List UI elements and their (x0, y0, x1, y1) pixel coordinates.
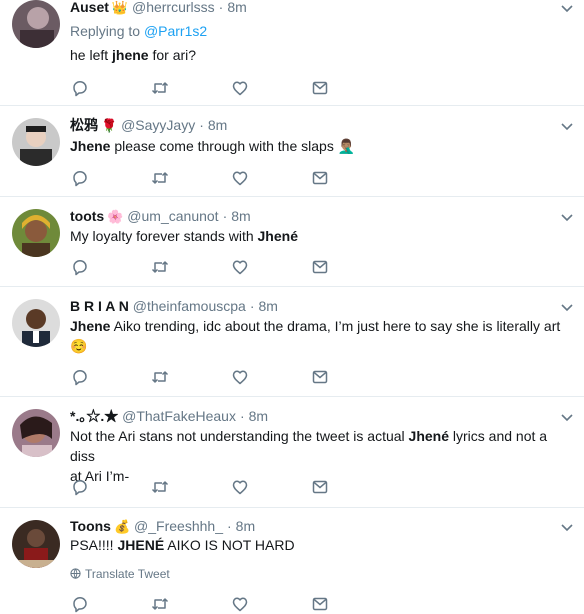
tweet[interactable]: toots 🌸 @um_canunot · 8m My loyalty forever… (0, 197, 584, 287)
display-name[interactable]: Toons (70, 518, 111, 534)
avatar[interactable] (12, 299, 60, 347)
display-name[interactable]: B R I A N (70, 298, 129, 314)
tweet-text: My loyalty forever stands with Jhené (70, 228, 298, 244)
replying-to: Replying to @Parr1s2 (70, 23, 208, 39)
avatar[interactable] (12, 409, 60, 457)
globe-icon (70, 568, 81, 579)
tweet-actions (70, 257, 350, 277)
like-icon[interactable] (230, 594, 250, 614)
name-emoji: 💰 (113, 519, 131, 534)
message-icon[interactable] (310, 168, 330, 188)
retweet-icon[interactable] (150, 168, 170, 188)
tweet-header: B R I A N @theinfamouscpa · 8m (70, 298, 278, 314)
like-icon[interactable] (230, 168, 250, 188)
tweet-actions (70, 168, 350, 188)
reply-icon[interactable] (70, 78, 90, 98)
tweet-header: Auset 👑 @herrcurlsss · 8m (70, 0, 247, 15)
display-name[interactable]: Auset (70, 0, 109, 15)
timestamp[interactable]: 8m (236, 518, 255, 534)
user-handle[interactable]: @um_canunot (127, 208, 218, 224)
chevron-down-icon[interactable] (560, 213, 574, 223)
tweet[interactable]: Auset 👑 @herrcurlsss · 8m Replying to @Parr… (0, 0, 584, 106)
message-icon[interactable] (310, 367, 330, 387)
tweet-text: Jhene Aiko trending, idc about the drama… (70, 318, 561, 354)
chevron-down-icon[interactable] (560, 122, 574, 132)
like-icon[interactable] (230, 477, 250, 497)
like-icon[interactable] (230, 367, 250, 387)
reply-icon[interactable] (70, 477, 90, 497)
avatar[interactable] (12, 209, 60, 257)
tweet-actions (70, 594, 350, 614)
timestamp[interactable]: 8m (258, 298, 277, 314)
name-emoji: 🌹 (101, 118, 118, 133)
retweet-icon[interactable] (150, 257, 170, 277)
user-handle[interactable]: @herrcurlsss (132, 0, 215, 15)
avatar[interactable] (12, 520, 60, 568)
message-icon[interactable] (310, 257, 330, 277)
display-name[interactable]: *.｡☆.★ (70, 408, 118, 424)
reply-icon[interactable] (70, 257, 90, 277)
reply-icon[interactable] (70, 594, 90, 614)
tweet-actions (70, 477, 350, 497)
like-icon[interactable] (230, 78, 250, 98)
tweet-header: 松鸦 🌹 @SayyJayy · 8m (70, 117, 228, 133)
tweet[interactable]: Toons 💰 @_Freeshhh_ · 8m PSA!!!! JHENÉ AIKO… (0, 508, 584, 613)
tweet-header: toots 🌸 @um_canunot · 8m (70, 208, 251, 224)
message-icon[interactable] (310, 78, 330, 98)
timestamp[interactable]: 8m (231, 208, 250, 224)
retweet-icon[interactable] (150, 477, 170, 497)
timestamp[interactable]: 8m (227, 0, 246, 15)
tweet-actions (70, 78, 350, 98)
reply-handle-link[interactable]: @Parr1s2 (144, 23, 207, 39)
avatar[interactable] (12, 118, 60, 166)
user-handle[interactable]: @ThatFakeHeaux (122, 408, 236, 424)
avatar[interactable] (12, 0, 60, 48)
timestamp[interactable]: 8m (208, 117, 227, 133)
reply-icon[interactable] (70, 367, 90, 387)
chevron-down-icon[interactable] (560, 4, 574, 14)
chevron-down-icon[interactable] (560, 413, 574, 423)
name-emoji: 👑 (111, 0, 129, 15)
tweet[interactable]: B R I A N @theinfamouscpa · 8m Jhene Aiko … (0, 287, 584, 397)
retweet-icon[interactable] (150, 367, 170, 387)
user-handle[interactable]: @_Freeshhh_ (134, 518, 223, 534)
message-icon[interactable] (310, 594, 330, 614)
tweet-actions (70, 367, 350, 387)
tweet-text: PSA!!!! JHENÉ AIKO IS NOT HARD (70, 537, 295, 553)
tweet[interactable]: *.｡☆.★ @ThatFakeHeaux · 8m Not the Ari sta… (0, 397, 584, 508)
like-icon[interactable] (230, 257, 250, 277)
tweet[interactable]: 松鸦 🌹 @SayyJayy · 8m Jhene please come throu… (0, 106, 584, 197)
user-handle[interactable]: @SayyJayy (121, 117, 195, 133)
tweet-header: Toons 💰 @_Freeshhh_ · 8m (70, 518, 256, 534)
name-emoji: 🌸 (107, 209, 124, 224)
tweet-header: *.｡☆.★ @ThatFakeHeaux · 8m (70, 408, 269, 424)
tweet-text: Jhene please come through with the slaps… (70, 138, 356, 154)
tweet-text: he left jhene for ari? (70, 47, 197, 63)
display-name[interactable]: 松鸦 (70, 117, 98, 133)
chevron-down-icon[interactable] (560, 523, 574, 533)
chevron-down-icon[interactable] (560, 303, 574, 313)
display-name[interactable]: toots (70, 208, 104, 224)
message-icon[interactable] (310, 477, 330, 497)
reply-icon[interactable] (70, 168, 90, 188)
retweet-icon[interactable] (150, 594, 170, 614)
user-handle[interactable]: @theinfamouscpa (133, 298, 246, 314)
translate-tweet-link[interactable]: Translate Tweet (70, 566, 170, 582)
timestamp[interactable]: 8m (249, 408, 268, 424)
retweet-icon[interactable] (150, 78, 170, 98)
